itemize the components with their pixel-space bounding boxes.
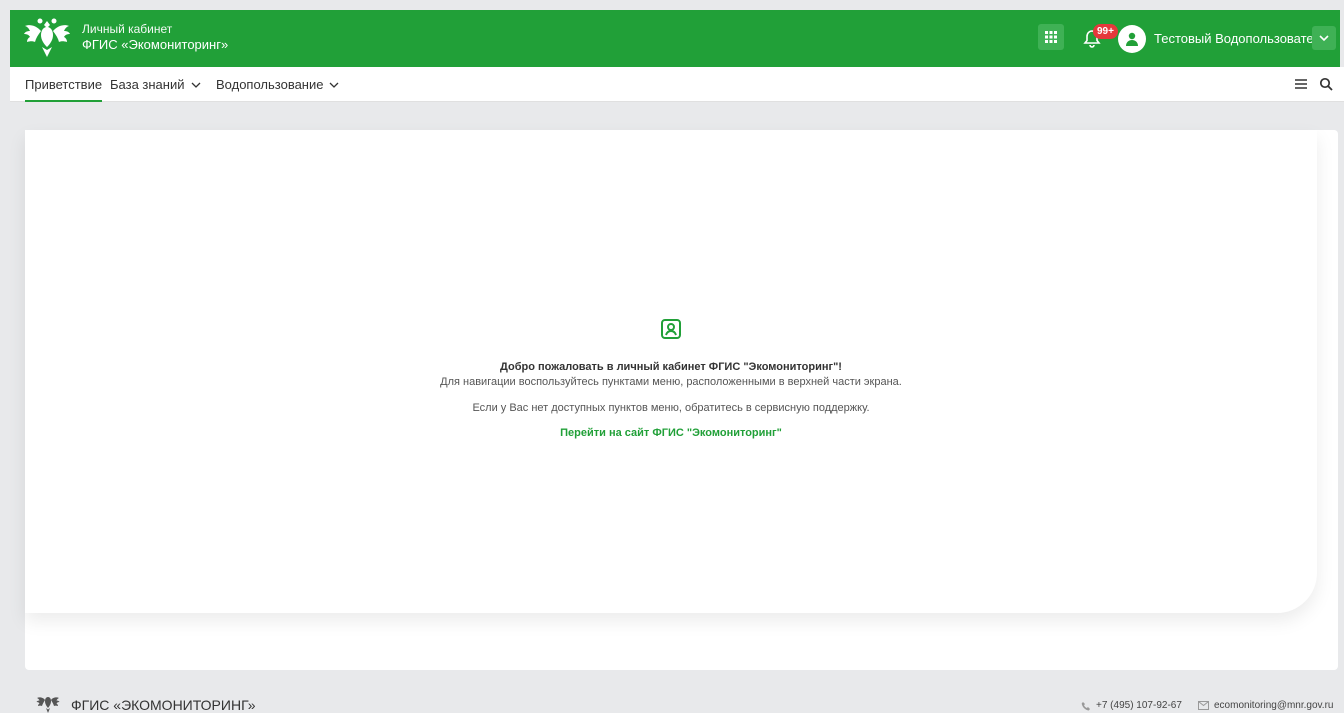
chevron-down-icon <box>1319 35 1329 42</box>
footer-email-text: ecomonitoring@mnr.gov.ru <box>1214 700 1334 711</box>
grid-icon <box>1045 31 1057 43</box>
brand-line-2: ФГИС «Экомониторинг» <box>82 37 229 52</box>
chevron-down-icon <box>191 82 200 88</box>
nav-item-label: Водопользование <box>216 77 324 92</box>
brand-title[interactable]: Личный кабинет ФГИС «Экомониторинг» <box>82 22 228 53</box>
search-icon[interactable] <box>1319 77 1333 91</box>
welcome-block: Добро пожаловать в личный кабинет ФГИС "… <box>25 318 1317 440</box>
brand-line-1: Личный кабинет <box>82 22 173 36</box>
nav-item-label: Приветствие <box>25 77 103 92</box>
mail-icon <box>1198 701 1209 710</box>
menu-icon[interactable] <box>1294 77 1308 91</box>
user-name[interactable]: Тестовый Водопользователь <box>1154 30 1328 47</box>
footer-phone[interactable]: +7 (495) 107-92-67 <box>1081 700 1182 711</box>
nav-item-welcome[interactable]: Приветствие <box>25 67 103 102</box>
main-nav: Приветствие База знаний Водопользование <box>10 67 1344 102</box>
eagle-emblem-logo[interactable] <box>22 15 72 63</box>
nav-item-label: База знаний <box>110 77 185 92</box>
footer-phone-text: +7 (495) 107-92-67 <box>1096 700 1182 711</box>
welcome-title: Добро пожаловать в личный кабинет ФГИС "… <box>500 361 842 373</box>
avatar[interactable] <box>1118 25 1146 53</box>
apps-grid-button[interactable] <box>1038 24 1064 50</box>
user-profile-icon <box>661 319 681 339</box>
footer-brand-name: ФГИС «ЭКОМОНИТОРИНГ» <box>71 697 256 713</box>
user-menu-toggle[interactable] <box>1312 26 1336 50</box>
go-to-site-link[interactable]: Перейти на сайт ФГИС "Экомониторинг" <box>25 426 1317 440</box>
nav-item-water-use[interactable]: Водопользование <box>216 67 339 102</box>
phone-icon <box>1081 701 1090 710</box>
chevron-down-icon <box>330 82 339 88</box>
welcome-support-hint: Если у Вас нет доступных пунктов меню, о… <box>472 402 870 414</box>
welcome-nav-hint: Для навигации воспользуйтесь пунктами ме… <box>440 376 902 388</box>
nav-item-knowledge-base[interactable]: База знаний <box>110 67 201 102</box>
eagle-emblem-footer-logo <box>36 697 60 713</box>
notifications-badge: 99+ <box>1093 24 1118 39</box>
user-icon <box>1126 32 1138 46</box>
footer-email[interactable]: ecomonitoring@mnr.gov.ru <box>1198 700 1333 711</box>
top-header: Личный кабинет ФГИС «Экомониторинг» 99+ … <box>10 10 1340 67</box>
